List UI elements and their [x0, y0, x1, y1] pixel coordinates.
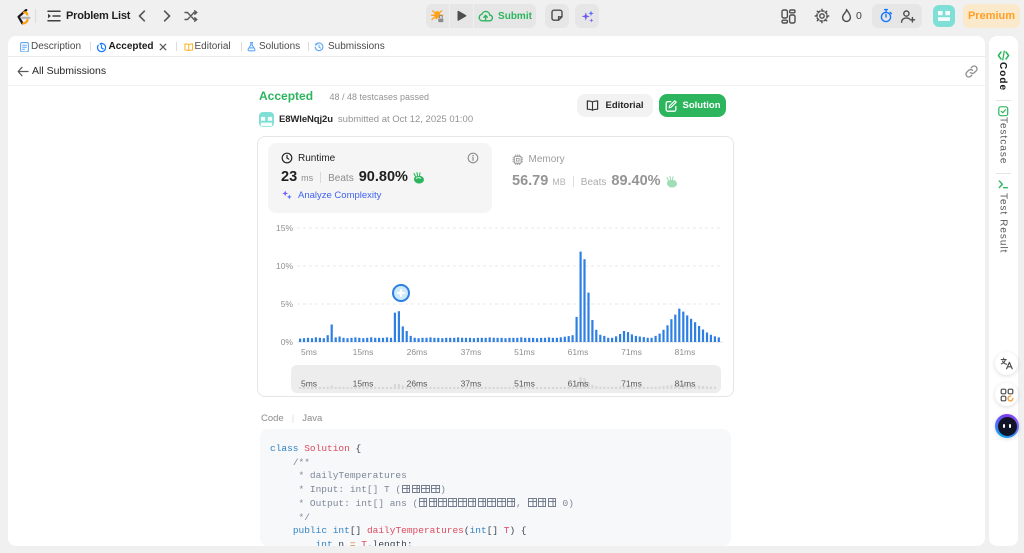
svg-text:37ms: 37ms: [461, 347, 482, 357]
svg-text:61ms: 61ms: [568, 347, 589, 357]
svg-text:5ms: 5ms: [301, 347, 317, 357]
svg-text:0%: 0%: [281, 337, 294, 347]
svg-text:5ms: 5ms: [301, 379, 317, 389]
svg-text:26ms: 26ms: [407, 379, 428, 389]
svg-text:51ms: 51ms: [514, 379, 535, 389]
svg-text:81ms: 81ms: [675, 347, 696, 357]
svg-text:37ms: 37ms: [461, 379, 482, 389]
svg-text:71ms: 71ms: [621, 347, 642, 357]
svg-text:51ms: 51ms: [514, 347, 535, 357]
svg-text:10%: 10%: [276, 261, 293, 271]
svg-text:15ms: 15ms: [353, 347, 374, 357]
svg-text:71ms: 71ms: [621, 379, 642, 389]
svg-text:15ms: 15ms: [353, 379, 374, 389]
svg-text:81ms: 81ms: [675, 379, 696, 389]
svg-text:5%: 5%: [281, 299, 294, 309]
svg-text:61ms: 61ms: [568, 379, 589, 389]
svg-text:15%: 15%: [276, 223, 293, 233]
svg-text:26ms: 26ms: [407, 347, 428, 357]
